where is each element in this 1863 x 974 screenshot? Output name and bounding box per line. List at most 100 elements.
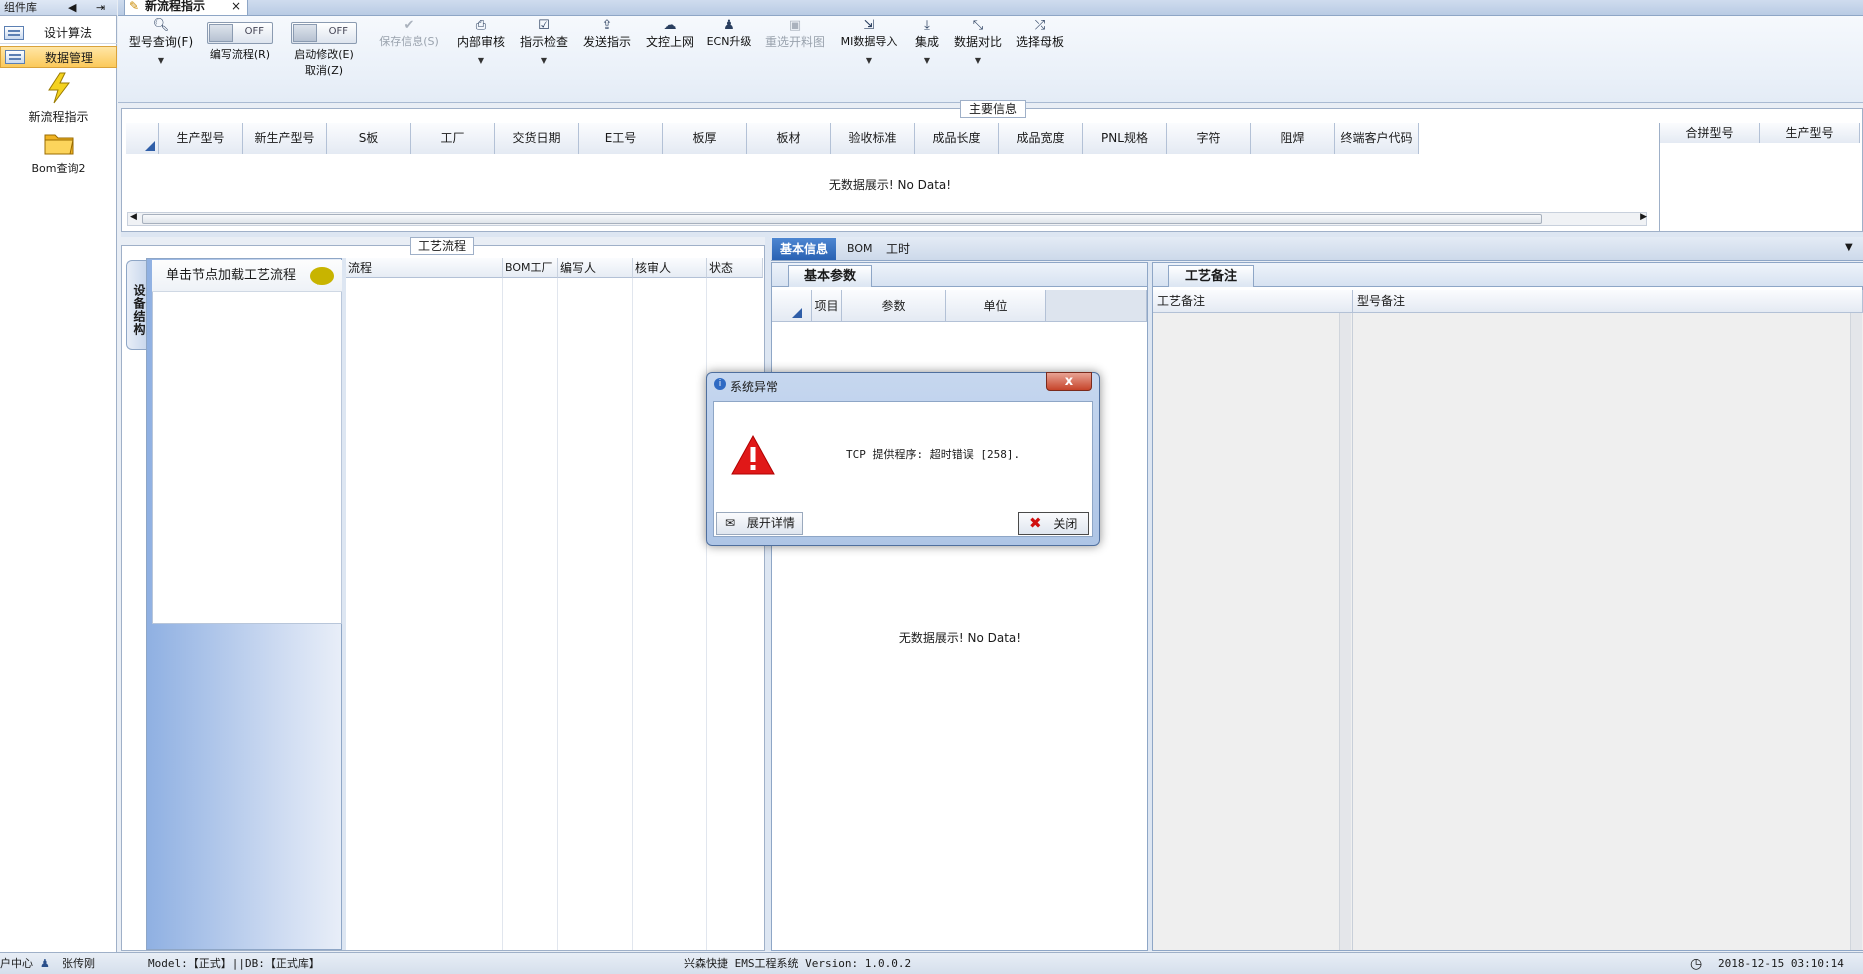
internal-audit-button[interactable]: ⎙ 内部审核 ▼ <box>454 16 508 100</box>
grid-corner[interactable] <box>126 123 159 154</box>
col-header-model-note[interactable]: 型号备注 <box>1353 290 1863 313</box>
col-header-side[interactable]: 生产型号 <box>1760 123 1860 143</box>
expand-details-button[interactable]: ✉ 展开详情 <box>716 512 803 535</box>
reselect-material-button[interactable]: ▣ 重选开料图 <box>762 16 828 100</box>
status-bar: 户中心 ♟ 张传刚 Model:【正式】||DB:【正式库】 兴森快捷 EMS工… <box>0 952 1863 974</box>
sidebar-header: 组件库 ◀ ⇥ <box>0 0 117 16</box>
main-no-data: 无数据展示! No Data! <box>828 178 952 192</box>
chevron-down-icon[interactable]: ▼ <box>836 50 902 72</box>
col-header-main[interactable]: 成品长度 <box>915 123 999 154</box>
upload-document-button[interactable]: ☁ 文控上网 <box>643 16 697 100</box>
user-icon: ♟ <box>40 957 50 970</box>
process-notes-tab-bar <box>1153 263 1863 287</box>
horizontal-scrollbar[interactable]: ◀ ▶ <box>127 212 1647 226</box>
close-button[interactable]: ✖ 关闭 <box>1018 512 1089 535</box>
scroll-right-icon[interactable]: ▶ <box>1640 212 1647 222</box>
cancel-button[interactable]: 取消(Z) <box>287 63 361 79</box>
col-header-item[interactable]: 项目 <box>812 290 842 322</box>
col-header-reviewer[interactable]: 核审人 <box>633 258 707 278</box>
model-note-textarea[interactable] <box>1353 313 1863 950</box>
process-flow-legend: 工艺流程 <box>410 237 474 255</box>
dialog-close-button[interactable]: x <box>1046 372 1092 391</box>
col-header-process-note[interactable]: 工艺备注 <box>1153 290 1353 313</box>
col-header-author[interactable]: 编写人 <box>558 258 633 278</box>
tab-bom[interactable]: BOM <box>839 238 881 260</box>
tab-basic-params[interactable]: 基本参数 <box>788 265 872 287</box>
chevron-down-icon[interactable]: ▼ <box>126 50 196 72</box>
equipment-tree[interactable] <box>152 260 342 624</box>
col-header-main[interactable]: 字符 <box>1167 123 1251 154</box>
sidebar-item-data-management[interactable]: 数据管理 <box>0 46 117 68</box>
mi-import-button[interactable]: ⇲ MI数据导入 ▼ <box>836 16 902 100</box>
col-header-main[interactable]: 成品宽度 <box>999 123 1083 154</box>
col-header-main[interactable]: 生产型号 <box>159 123 243 154</box>
grid-corner[interactable] <box>772 290 812 322</box>
col-header-main[interactable]: 交货日期 <box>495 123 579 154</box>
col-header-main[interactable]: 板厚 <box>663 123 747 154</box>
chevron-down-icon[interactable]: ▼ <box>517 50 571 72</box>
tab-equipment-structure[interactable]: 设备结构 <box>126 260 148 350</box>
col-header-side[interactable]: 合拼型号 <box>1660 123 1760 143</box>
col-header-bom-factory[interactable]: BOM工厂 <box>503 258 558 278</box>
col-header-main[interactable]: 验收标准 <box>831 123 915 154</box>
col-header-main[interactable]: E工号 <box>579 123 663 154</box>
tab-close-icon[interactable]: × <box>231 0 241 12</box>
tab-work-hours[interactable]: 工时 <box>878 238 918 260</box>
col-header-status[interactable]: 状态 <box>707 258 763 278</box>
checkmark-icon: ✔ <box>403 18 415 33</box>
warning-icon <box>731 434 775 475</box>
col-header-main[interactable]: 工厂 <box>411 123 495 154</box>
back-arrow-icon[interactable]: ◀ <box>68 0 76 15</box>
exit-icon[interactable]: ⇥ <box>96 0 105 15</box>
sidebar-item-label: 设计算法 <box>44 26 93 40</box>
integrate-button[interactable]: ⤓ 集成 ▼ <box>910 16 944 100</box>
process-note-textarea[interactable] <box>1153 313 1353 950</box>
basic-params-panel <box>771 262 1148 951</box>
col-header-main[interactable]: PNL规格 <box>1083 123 1167 154</box>
tab-label: 新流程指示 <box>145 0 206 13</box>
model-query-button[interactable]: 🔍︎ 型号查询(F) ▼ <box>126 16 196 100</box>
save-info-button[interactable]: ✔ 保存信息(S) <box>373 16 445 100</box>
sidebar-tile-new-flow[interactable]: 新流程指示 <box>0 72 117 125</box>
tab-process-notes[interactable]: 工艺备注 <box>1168 265 1254 287</box>
start-modify-toggle[interactable]: OFF <box>291 22 357 44</box>
dialog-title: 系统异常 <box>730 380 779 394</box>
sidebar-tile-bom-query[interactable]: Bom查询2 <box>0 130 117 176</box>
tab-basic-info[interactable]: 基本信息 <box>772 238 837 260</box>
tree-load-hint[interactable]: 单击节点加载工艺流程 <box>152 260 342 292</box>
speech-bubble-icon <box>310 267 334 285</box>
vertical-scrollbar[interactable] <box>1850 313 1862 950</box>
document-tab-strip <box>118 0 1863 16</box>
scroll-thumb[interactable] <box>142 214 1542 224</box>
send-instruction-button[interactable]: ⇪ 发送指示 <box>580 16 634 100</box>
data-compare-button[interactable]: ⤡ 数据对比 ▼ <box>951 16 1005 100</box>
col-header-main[interactable]: 终端客户代码 <box>1335 123 1419 154</box>
ecn-upgrade-button[interactable]: ♟ ECN升级 <box>704 16 754 100</box>
col-header-process[interactable]: 流程 <box>346 258 503 278</box>
edit-flow-toggle[interactable]: OFF <box>207 22 273 44</box>
chevron-down-icon[interactable]: ▼ <box>454 50 508 72</box>
col-header-unit[interactable]: 单位 <box>946 290 1046 322</box>
chevron-down-icon[interactable]: ▼ <box>910 50 944 72</box>
sidebar-title: 组件库 <box>4 1 37 14</box>
chevron-down-icon[interactable]: ▼ <box>951 50 1005 72</box>
search-icon: 🔍︎ <box>152 18 170 33</box>
compare-icon: ⤡ <box>972 18 984 33</box>
vertical-scrollbar[interactable] <box>1339 313 1351 950</box>
col-header-main[interactable]: 阻焊 <box>1251 123 1335 154</box>
col-header-param[interactable]: 参数 <box>842 290 946 322</box>
folder-icon <box>44 134 74 155</box>
close-x-icon: ✖ <box>1029 514 1042 532</box>
scroll-left-icon[interactable]: ◀ <box>130 212 137 222</box>
instruction-check-button[interactable]: ☑ 指示检查 ▼ <box>517 16 571 100</box>
sidebar-item-design-algorithm[interactable]: 设计算法 <box>0 22 117 44</box>
col-header-main[interactable]: S板 <box>327 123 411 154</box>
status-center[interactable]: 户中心 <box>0 953 33 974</box>
tab-new-flow-instruction[interactable]: ✎ 新流程指示 × <box>124 0 248 16</box>
import-icon: ⇲ <box>863 18 875 33</box>
status-datetime: 2018-12-15 03:10:14 <box>1718 957 1844 970</box>
chevron-down-icon[interactable]: ▼ <box>1845 242 1853 253</box>
col-header-main[interactable]: 板材 <box>747 123 831 154</box>
select-mother-board-button[interactable]: ⤮ 选择母板 <box>1013 16 1067 100</box>
col-header-main[interactable]: 新生产型号 <box>243 123 327 154</box>
